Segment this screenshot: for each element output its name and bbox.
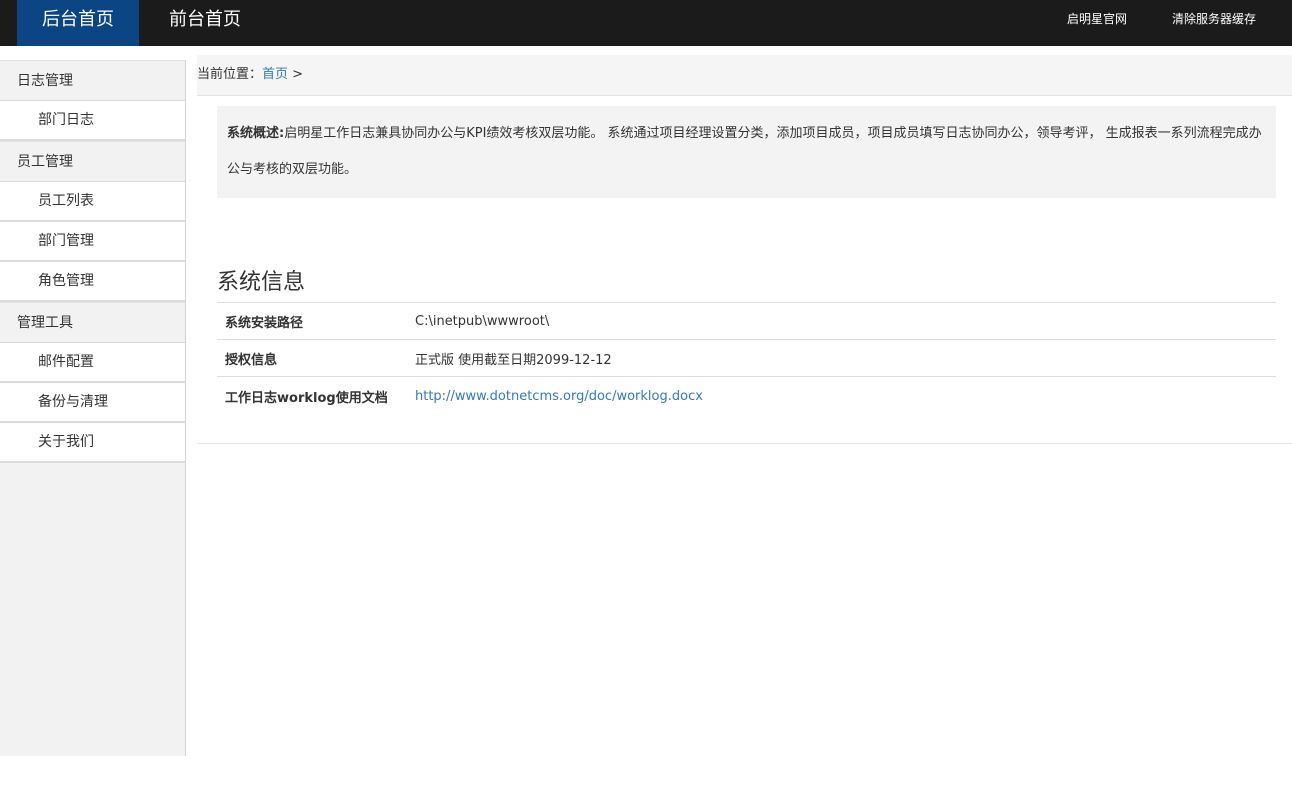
main-content: 当前位置：首页 > 系统概述:启明星工作日志兼具协同办公与KPI绩效考核双层功能… bbox=[197, 55, 1292, 444]
info-value: 正式版 使用截至日期2099-12-12 bbox=[407, 339, 1276, 377]
sidebar-item-mail-config[interactable]: 邮件配置 bbox=[0, 343, 185, 383]
system-info-table: 系统安装路径 C:\inetpub\wwwroot\ 授权信息 正式版 使用截至… bbox=[217, 302, 1276, 416]
sidebar-item-dept-log[interactable]: 部门日志 bbox=[0, 101, 185, 141]
breadcrumb: 当前位置：首页 > bbox=[197, 55, 1292, 96]
section-title: 系统信息 bbox=[217, 270, 306, 295]
top-navbar: 后台首页 前台首页 启明星官网 清除服务器缓存 bbox=[0, 0, 1292, 46]
sidebar: 日志管理 部门日志 员工管理 员工列表 部门管理 角色管理 管理工具 邮件配置 … bbox=[0, 60, 186, 756]
primary-nav: 后台首页 前台首页 bbox=[17, 0, 241, 46]
sidebar-item-dept-manage[interactable]: 部门管理 bbox=[0, 222, 185, 262]
table-row: 授权信息 正式版 使用截至日期2099-12-12 bbox=[217, 339, 1276, 377]
tab-front-home[interactable]: 前台首页 bbox=[139, 0, 241, 46]
tab-admin-home[interactable]: 后台首页 bbox=[17, 0, 139, 46]
sidebar-group-log[interactable]: 日志管理 bbox=[0, 60, 185, 101]
sidebar-group-tools[interactable]: 管理工具 bbox=[0, 302, 185, 343]
info-key: 系统安装路径 bbox=[217, 302, 407, 340]
info-value: http://www.dotnetcms.org/doc/worklog.doc… bbox=[407, 376, 1276, 416]
doc-link[interactable]: http://www.dotnetcms.org/doc/worklog.doc… bbox=[415, 389, 703, 404]
sidebar-item-staff-list[interactable]: 员工列表 bbox=[0, 182, 185, 222]
overview-text: 启明星工作日志兼具协同办公与KPI绩效考核双层功能。 系统通过项目经理设置分类，… bbox=[227, 126, 1262, 177]
info-key: 工作日志worklog使用文档 bbox=[217, 376, 407, 416]
sidebar-item-backup[interactable]: 备份与清理 bbox=[0, 383, 185, 423]
breadcrumb-separator: > bbox=[292, 67, 304, 82]
clear-cache-link[interactable]: 清除服务器缓存 bbox=[1172, 0, 1256, 46]
table-row: 工作日志worklog使用文档 http://www.dotnetcms.org… bbox=[217, 376, 1276, 416]
breadcrumb-prefix: 当前位置： bbox=[197, 67, 263, 82]
info-key: 授权信息 bbox=[217, 339, 407, 377]
sidebar-item-role-manage[interactable]: 角色管理 bbox=[0, 262, 185, 302]
sidebar-group-staff[interactable]: 员工管理 bbox=[0, 141, 185, 182]
info-value: C:\inetpub\wwwroot\ bbox=[407, 302, 1276, 340]
overview-label: 系统概述: bbox=[227, 126, 285, 141]
sidebar-item-about[interactable]: 关于我们 bbox=[0, 423, 185, 463]
official-site-link[interactable]: 启明星官网 bbox=[1067, 0, 1127, 46]
breadcrumb-home-link[interactable]: 首页 bbox=[262, 67, 288, 82]
divider bbox=[197, 442, 1292, 444]
system-overview: 系统概述:启明星工作日志兼具协同办公与KPI绩效考核双层功能。 系统通过项目经理… bbox=[217, 106, 1276, 198]
secondary-nav: 启明星官网 清除服务器缓存 bbox=[1067, 0, 1292, 46]
table-row: 系统安装路径 C:\inetpub\wwwroot\ bbox=[217, 302, 1276, 340]
